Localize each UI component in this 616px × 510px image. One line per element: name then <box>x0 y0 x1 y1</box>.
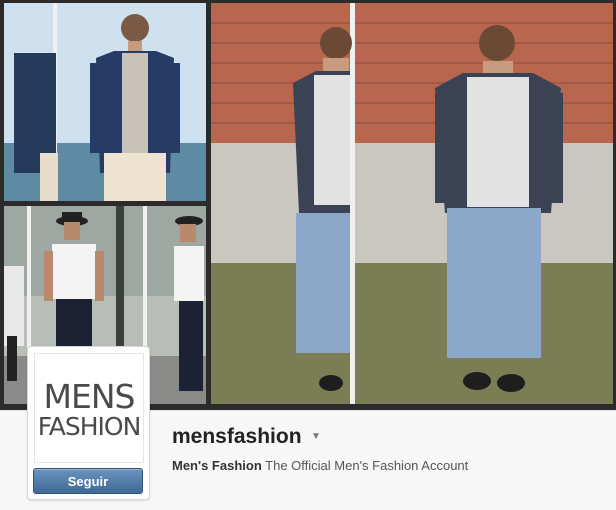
profile-username[interactable]: mensfashion <box>172 425 302 449</box>
avatar[interactable]: MENS FASHION <box>34 353 144 463</box>
profile-description: The Official Men's Fashion Account <box>261 458 469 473</box>
logo-line-2: FASHION <box>37 412 142 441</box>
follow-button[interactable]: Seguir <box>33 468 143 494</box>
profile-full-name: Men's Fashion <box>172 458 262 473</box>
caret-down-icon[interactable]: ▼ <box>311 431 321 442</box>
profile-bio: Men's Fashion The Official Men's Fashion… <box>172 458 468 473</box>
photo-brick-wall-blazer[interactable] <box>211 3 613 404</box>
photo-seaside-blazer[interactable] <box>4 3 206 201</box>
logo-line-1: MENS <box>43 377 136 416</box>
profile-card: MENS FASHION Seguir <box>27 346 150 500</box>
